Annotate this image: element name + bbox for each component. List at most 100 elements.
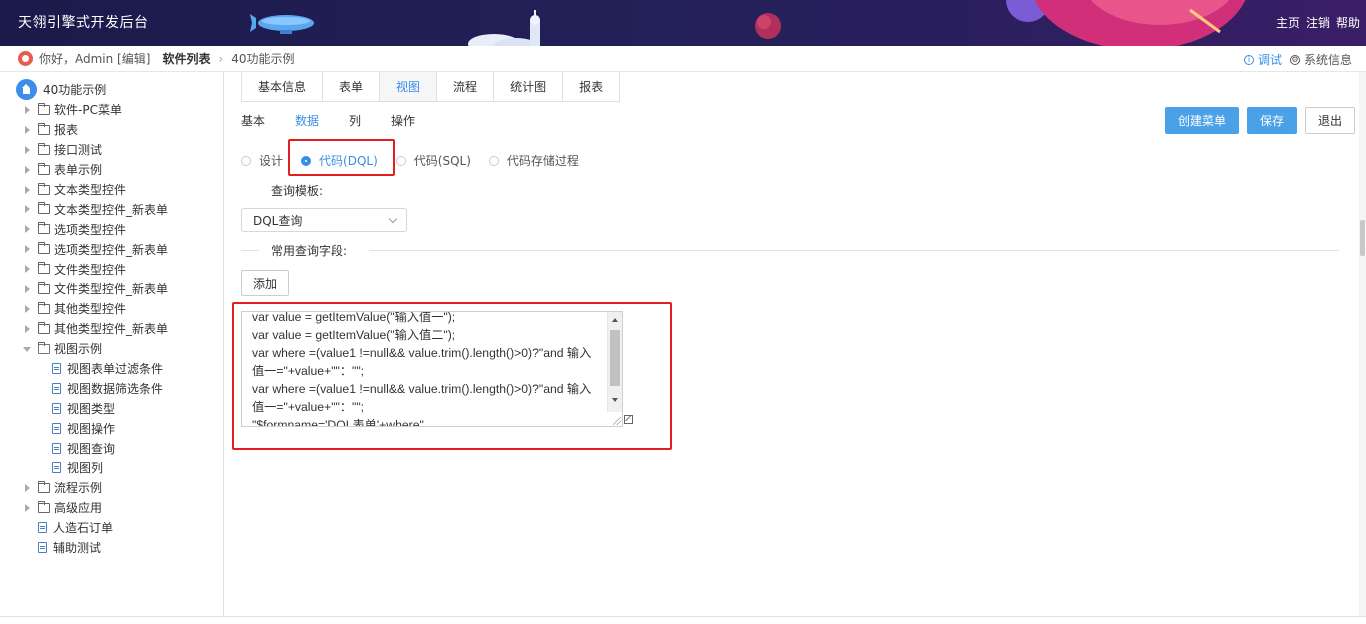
debug-label: 调试 bbox=[1257, 53, 1282, 67]
home-link[interactable]: 主页 bbox=[1276, 14, 1300, 31]
system-info-label: 系统信息 bbox=[1303, 53, 1352, 67]
file-icon bbox=[38, 522, 47, 534]
user-greeting[interactable]: 你好，Admin [编辑] bbox=[39, 50, 150, 67]
page-scrollbar[interactable] bbox=[1359, 72, 1366, 616]
folder-icon bbox=[38, 500, 50, 513]
tree-item[interactable]: 辅助测试 bbox=[0, 538, 224, 558]
tree-item[interactable]: 流程示例 bbox=[0, 478, 224, 498]
tab-1[interactable]: 表单 bbox=[323, 72, 381, 101]
tab-5[interactable]: 报表 bbox=[563, 72, 620, 101]
breadcrumb-software-list[interactable]: 软件列表 bbox=[162, 50, 210, 67]
caret-right-icon[interactable] bbox=[24, 284, 30, 293]
tree-item[interactable]: 视图类型 bbox=[0, 398, 224, 418]
tree-item[interactable]: 视图操作 bbox=[0, 418, 224, 438]
caret-right-icon[interactable] bbox=[24, 145, 30, 154]
tree-item[interactable]: 文件类型控件_新表单 bbox=[0, 279, 224, 299]
tree-item[interactable]: 报表 bbox=[0, 120, 224, 140]
caret-right-icon[interactable] bbox=[24, 265, 30, 274]
tab-4[interactable]: 统计图 bbox=[494, 72, 564, 101]
caret-right-icon[interactable] bbox=[24, 503, 30, 512]
subtab-3[interactable]: 操作 bbox=[391, 112, 415, 129]
folder-icon bbox=[38, 142, 50, 155]
scroll-thumb[interactable] bbox=[610, 330, 620, 386]
tree-item[interactable]: 视图列 bbox=[0, 458, 224, 478]
subtab-2[interactable]: 列 bbox=[349, 112, 361, 129]
breadcrumb-bar: 你好，Admin [编辑] 软件列表 › 40功能示例 i 调试 ⚙ 系统信息 bbox=[0, 46, 1366, 72]
tree-item[interactable]: 选项类型控件 bbox=[0, 219, 224, 239]
tree-item[interactable]: 视图表单过滤条件 bbox=[0, 359, 224, 379]
tree-item[interactable]: 软件-PC菜单 bbox=[0, 100, 224, 120]
caret-right-icon[interactable] bbox=[24, 483, 30, 492]
subtab-0[interactable]: 基本 bbox=[241, 112, 265, 129]
caret-right-icon[interactable] bbox=[24, 125, 30, 134]
radio-dot-icon[interactable] bbox=[241, 155, 251, 166]
tree-item[interactable]: 文本类型控件 bbox=[0, 180, 224, 200]
scroll-down-icon[interactable] bbox=[612, 398, 618, 402]
tree-item[interactable]: 选项类型控件_新表单 bbox=[0, 239, 224, 259]
tab-0[interactable]: 基本信息 bbox=[242, 72, 324, 101]
file-icon bbox=[38, 542, 47, 554]
caret-right-icon[interactable] bbox=[24, 205, 30, 214]
page-scroll-thumb[interactable] bbox=[1360, 220, 1365, 256]
tree-item-label: 报表 bbox=[54, 123, 79, 138]
logout-link[interactable]: 注销 bbox=[1306, 14, 1330, 31]
tab-3[interactable]: 流程 bbox=[437, 72, 495, 101]
caret-right-icon[interactable] bbox=[24, 165, 30, 174]
tree-item-label: 视图数据筛选条件 bbox=[67, 381, 164, 396]
radio-option[interactable]: 代码(SQL) bbox=[395, 152, 471, 169]
system-info-link[interactable]: ⚙ 系统信息 bbox=[1289, 51, 1352, 68]
create-menu-button[interactable]: 创建菜单 bbox=[1164, 107, 1239, 134]
scroll-up-icon[interactable] bbox=[612, 318, 618, 322]
tree-item[interactable]: 视图查询 bbox=[0, 438, 224, 458]
tree-item[interactable]: 人造石订单 bbox=[0, 518, 224, 538]
tree-item[interactable]: 视图示例 bbox=[0, 339, 224, 359]
blimp-illustration bbox=[250, 14, 314, 34]
folder-icon bbox=[38, 301, 50, 314]
caret-right-icon[interactable] bbox=[24, 324, 30, 333]
radio-dot-icon[interactable] bbox=[488, 155, 499, 166]
exit-button[interactable]: 退出 bbox=[1304, 107, 1355, 134]
tree-item[interactable]: 文件类型控件 bbox=[0, 259, 224, 279]
code-editor[interactable]: var value = getItemValue("输入值一"); var va… bbox=[241, 311, 623, 427]
tree-item[interactable]: 视图数据筛选条件 bbox=[0, 378, 224, 398]
save-button[interactable]: 保存 bbox=[1246, 107, 1297, 134]
query-template-select[interactable]: DQL查询 bbox=[241, 208, 407, 232]
tree-item[interactable]: 高级应用 bbox=[0, 498, 224, 518]
radio-dot-icon[interactable] bbox=[395, 155, 406, 166]
folder-icon bbox=[38, 162, 50, 175]
file-icon bbox=[52, 382, 61, 394]
folder-icon bbox=[38, 102, 50, 115]
tree-item-label: 其他类型控件 bbox=[54, 302, 127, 317]
tree-root[interactable]: 40功能示例 bbox=[16, 79, 106, 100]
folder-icon bbox=[38, 321, 50, 334]
debug-link[interactable]: i 调试 bbox=[1243, 51, 1282, 68]
code-content: var value = getItemValue("输入值一"); var va… bbox=[252, 312, 592, 426]
tree-item[interactable]: 其他类型控件 bbox=[0, 299, 224, 319]
file-icon bbox=[52, 422, 61, 434]
subtab-1[interactable]: 数据 bbox=[295, 112, 319, 129]
caret-down-icon[interactable] bbox=[23, 345, 31, 353]
tree-item[interactable]: 文本类型控件_新表单 bbox=[0, 199, 224, 219]
help-link[interactable]: 帮助 bbox=[1336, 14, 1360, 31]
tree-item[interactable]: 接口测试 bbox=[0, 140, 224, 160]
tree-item[interactable]: 表单示例 bbox=[0, 160, 224, 180]
caret-right-icon[interactable] bbox=[24, 245, 30, 254]
radio-option[interactable]: 设计 bbox=[241, 152, 283, 169]
tree-item-label: 辅助测试 bbox=[53, 541, 102, 556]
caret-right-icon[interactable] bbox=[24, 185, 30, 194]
tab-2[interactable]: 视图 bbox=[380, 72, 438, 101]
radio-option[interactable]: 代码存储过程 bbox=[488, 152, 579, 169]
tree-root-label: 40功能示例 bbox=[43, 83, 107, 97]
query-template-value: DQL查询 bbox=[253, 213, 303, 228]
file-icon bbox=[52, 462, 61, 474]
add-button[interactable]: 添加 bbox=[241, 270, 290, 296]
caret-right-icon[interactable] bbox=[24, 304, 30, 313]
caret-right-icon[interactable] bbox=[24, 105, 30, 114]
caret-right-icon[interactable] bbox=[24, 225, 30, 234]
resize-handle-icon[interactable] bbox=[613, 417, 621, 425]
code-scrollbar[interactable] bbox=[607, 312, 622, 412]
tree-item[interactable]: 其他类型控件_新表单 bbox=[0, 319, 224, 339]
code-textarea[interactable]: var value = getItemValue("输入值一"); var va… bbox=[242, 312, 608, 426]
edit-icon[interactable] bbox=[624, 415, 633, 424]
tree-item-label: 选项类型控件_新表单 bbox=[54, 242, 169, 257]
